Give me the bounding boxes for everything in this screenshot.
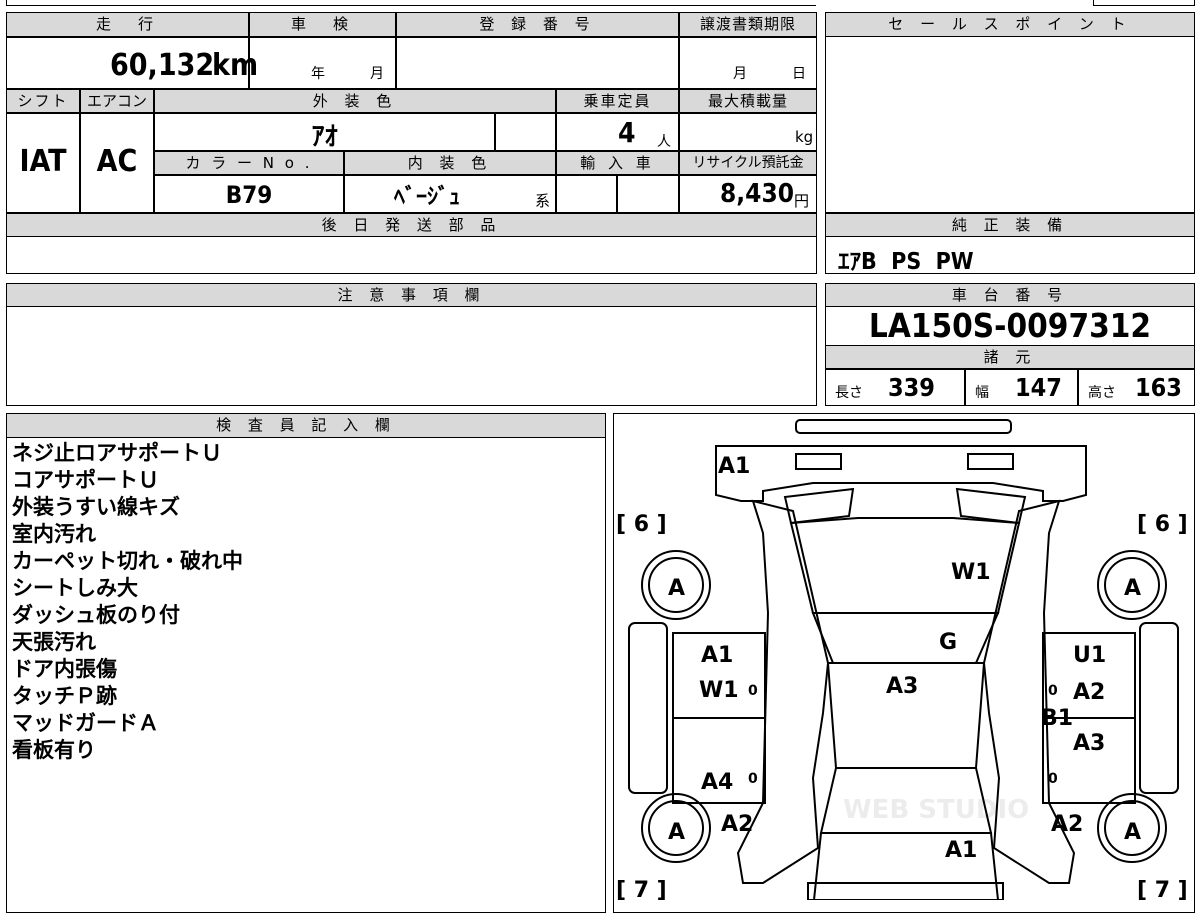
exterior-color-value: ｱｵ (311, 122, 338, 152)
watermark: WEB STUDIO (843, 795, 1029, 825)
mark-right-rear-fender: A2 (1051, 812, 1083, 837)
inspection-year-label: 年 (311, 66, 325, 82)
inspector-notes-list: ネジ止ロアサポートＵ コアサポートＵ 外装うすい線キズ 室内汚れ カーペット切れ… (12, 440, 243, 764)
mark-hood-seam: G (939, 630, 957, 655)
mark-left-front-door-1: A1 (701, 643, 733, 668)
mark-rear: A1 (945, 838, 977, 863)
mark-right-rear-door-2: A3 (1073, 731, 1105, 756)
capacity-value: 4 (618, 116, 636, 149)
transfer-month-label: 月 (733, 66, 747, 82)
mark-front-bumper: A1 (718, 454, 750, 479)
inspector-note: 看板有り (12, 738, 96, 762)
inspector-note: ダッシュ板のり付 (12, 603, 180, 627)
interior-color-suffix: 系 (535, 192, 551, 210)
mileage-header: 走 行 (6, 12, 249, 37)
inspector-header: 検 査 員 記 入 欄 (6, 413, 606, 438)
shift-value: IAT (19, 144, 67, 179)
recycle-value: 8,430 (720, 179, 794, 209)
inspector-note: シートしみ大 (12, 576, 138, 600)
mark-right-front-door-2: A2 (1073, 680, 1105, 705)
car-diagram: [ 6 ] [ 6 ] [ 7 ] [ 7 ] A A A A A1 W1 G … (616, 419, 1188, 900)
interior-color-header: 内 装 色 (344, 151, 556, 175)
sales-point-box (825, 12, 1195, 213)
door-tick: 0 (1048, 771, 1058, 787)
capacity-header: 乗車定員 (556, 89, 679, 113)
mark-roof: A3 (886, 674, 918, 699)
shift-header: シフト (6, 89, 80, 113)
inspection-month-label: 月 (370, 66, 384, 82)
import-header: 輸 入 車 (556, 151, 679, 175)
interior-color-value: ﾍﾞｰｼﾞｭ (394, 185, 461, 210)
import-cell-2 (617, 175, 679, 213)
wheel-mark-front-right: A (1124, 576, 1141, 601)
mark-right-rear-door-1: B1 (1041, 706, 1073, 731)
mark-right-front-door-1: U1 (1073, 643, 1106, 668)
mark-windshield: W1 (951, 560, 991, 585)
later-parts-header: 後 日 発 送 部 品 (6, 213, 817, 237)
max-load-unit: kg (795, 128, 814, 146)
door-tick: 0 (1048, 683, 1058, 699)
specs-header: 諸 元 (825, 345, 1195, 369)
tire-count-rear-right: [ 7 ] (1137, 878, 1188, 900)
import-cell-1 (556, 175, 617, 213)
aircon-value: AC (96, 144, 138, 179)
inspector-note: ネジ止ロアサポートＵ (12, 441, 222, 465)
transfer-deadline-header: 譲渡書類期限 (679, 12, 817, 37)
inspector-note: コアサポートＵ (12, 468, 159, 492)
mark-left-rear-door: A4 (701, 770, 733, 795)
wheel-mark-rear-left: A (668, 820, 685, 845)
capacity-unit: 人 (657, 134, 671, 150)
aircon-header: エアコン (80, 89, 154, 113)
exterior-color-extra-cell (495, 113, 556, 151)
sales-point-header: セ ー ル ス ポ イ ン ト (825, 12, 1195, 37)
chassis-number: LA150S-0097312 (868, 306, 1152, 345)
color-no-value: B79 (225, 181, 273, 209)
exterior-color-header: 外 装 色 (154, 89, 556, 113)
spec-length-value: 339 (888, 373, 935, 402)
spec-height-label: 高さ (1088, 385, 1116, 401)
inspector-note: ドア内張傷 (12, 657, 117, 681)
registration-cell (396, 37, 679, 89)
registration-header: 登 録 番 号 (396, 12, 679, 37)
inspector-note: 室内汚れ (12, 522, 96, 546)
inspection-header: 車 検 (249, 12, 396, 37)
recycle-header: リサイクル預託金 (679, 151, 817, 175)
tire-count-rear-left: [ 7 ] (616, 878, 667, 900)
mark-left-front-door-2: W1 (699, 678, 739, 703)
genuine-equipment-value: ｴｱB PS PW (838, 249, 974, 275)
inspector-note: マッドガードＡ (12, 711, 159, 735)
max-load-header: 最大積載量 (679, 89, 817, 113)
door-tick: 0 (748, 771, 758, 787)
inspector-note: カーペット切れ・破れ中 (12, 549, 243, 573)
spec-length-label: 長さ (835, 385, 863, 401)
spec-height-value: 163 (1135, 373, 1182, 402)
inspector-note: 天張汚れ (12, 630, 96, 654)
mark-left-rear-fender: A2 (721, 812, 753, 837)
inspector-note: 外装うすい線キズ (12, 495, 180, 519)
tire-count-front-left: [ 6 ] (616, 512, 667, 537)
door-tick: 0 (748, 683, 758, 699)
spec-width-label: 幅 (975, 385, 989, 401)
wheel-mark-front-left: A (668, 576, 685, 601)
spec-width-value: 147 (1015, 373, 1062, 402)
recycle-unit: 円 (794, 192, 810, 210)
caution-header: 注 意 事 項 欄 (6, 283, 817, 307)
tire-count-front-right: [ 6 ] (1137, 512, 1188, 537)
top-cutoff-strip-right (1093, 0, 1195, 6)
top-cutoff-strip (6, 0, 816, 6)
color-no-header: カ ラ ー N o . (154, 151, 344, 175)
genuine-equipment-header: 純 正 装 備 (825, 213, 1195, 237)
mileage-value: 60,132 (110, 48, 215, 83)
wheel-mark-rear-right: A (1124, 820, 1141, 845)
transfer-day-label: 日 (792, 66, 806, 82)
inspector-note: タッチＰ跡 (12, 684, 117, 708)
chassis-header: 車 台 番 号 (825, 283, 1195, 307)
